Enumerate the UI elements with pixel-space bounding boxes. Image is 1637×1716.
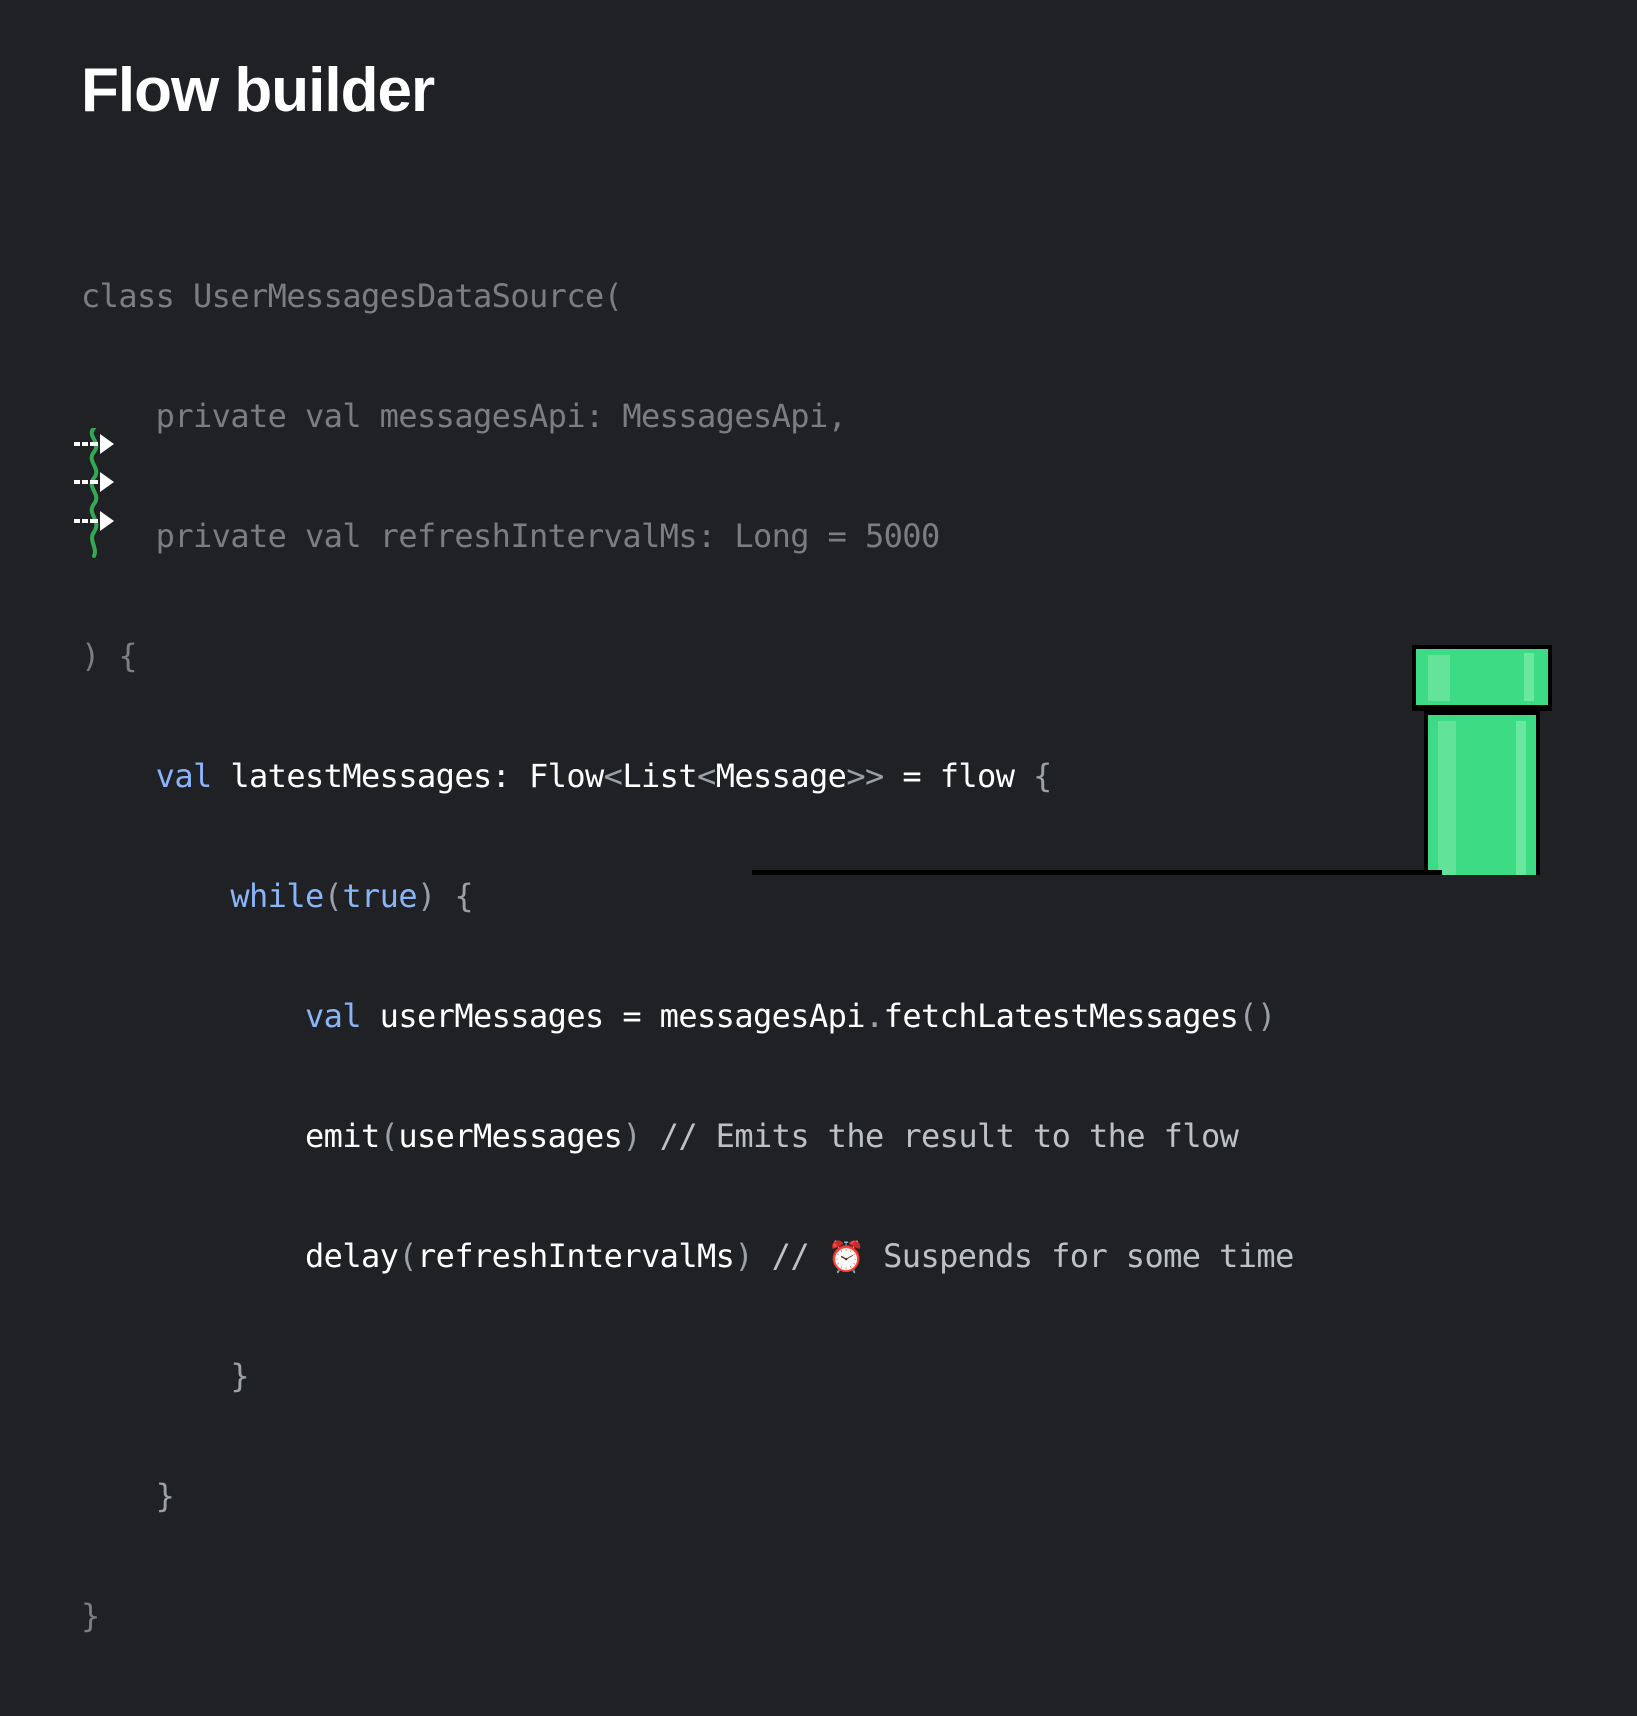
code-token: () bbox=[1238, 997, 1276, 1035]
code-token: latestMessages: bbox=[211, 757, 529, 795]
code-token: emit bbox=[305, 1117, 380, 1155]
code-line: private val messagesApi: MessagesApi, bbox=[81, 396, 1294, 436]
code-token: private val bbox=[155, 397, 362, 435]
code-token: Message bbox=[715, 757, 847, 795]
code-line: emit(userMessages) // Emits the result t… bbox=[81, 1116, 1294, 1156]
bottom-edge bbox=[752, 870, 1442, 875]
code-token: userMessages bbox=[398, 1117, 623, 1155]
code-comment: // Emits the result to the flow bbox=[641, 1117, 1239, 1155]
code-token: fetchLatestMessages bbox=[883, 997, 1239, 1035]
code-line: delay(refreshIntervalMs) // ⏰ Suspends f… bbox=[81, 1236, 1294, 1276]
suspend-arrow-icon bbox=[74, 428, 114, 558]
code-line: } bbox=[81, 1596, 1294, 1636]
code-line: } bbox=[81, 1476, 1294, 1516]
code-token: < bbox=[603, 757, 623, 795]
code-token: class bbox=[81, 277, 175, 315]
code-token: } bbox=[81, 1597, 100, 1635]
code-token: >> bbox=[846, 757, 884, 795]
code-token: ( bbox=[323, 877, 343, 915]
code-token: UserMessagesDataSource( bbox=[174, 277, 623, 315]
code-line: ) { bbox=[81, 636, 1294, 676]
code-line: } bbox=[81, 1356, 1294, 1396]
code-token: refreshIntervalMs: Long = 5000 bbox=[361, 517, 941, 555]
code-token: = bbox=[883, 757, 940, 795]
code-token: ( bbox=[398, 1237, 418, 1275]
code-token: true bbox=[342, 877, 418, 915]
code-token: ) bbox=[622, 1117, 642, 1155]
code-block: class UserMessagesDataSource( private va… bbox=[81, 196, 1294, 1716]
code-token: delay bbox=[305, 1237, 399, 1275]
code-token: ) bbox=[734, 1237, 754, 1275]
code-token: flow bbox=[939, 757, 1015, 795]
code-token: { bbox=[1014, 757, 1052, 795]
slide: Flow builder class UserMessagesDataSourc… bbox=[0, 0, 1637, 1635]
slide-title: Flow builder bbox=[81, 56, 435, 125]
green-pipe-icon bbox=[1412, 645, 1552, 875]
code-token: private val bbox=[155, 517, 362, 555]
code-line: val latestMessages: Flow<List<Message>> … bbox=[81, 756, 1294, 796]
code-line: class UserMessagesDataSource( bbox=[81, 276, 1294, 316]
code-token: while bbox=[230, 877, 324, 915]
code-comment: Suspends for some time bbox=[864, 1237, 1294, 1275]
code-token: messagesApi: MessagesApi, bbox=[361, 397, 847, 435]
code-token: ) { bbox=[417, 877, 474, 915]
code-token: ) { bbox=[81, 637, 138, 675]
code-token: userMessages = messagesApi bbox=[361, 997, 866, 1035]
code-token: refreshIntervalMs bbox=[417, 1237, 735, 1275]
code-line: while(true) { bbox=[81, 876, 1294, 916]
code-token: List bbox=[622, 757, 698, 795]
code-token: < bbox=[697, 757, 716, 795]
code-token: Flow bbox=[529, 757, 604, 795]
code-token: . bbox=[864, 997, 884, 1035]
code-token: } bbox=[230, 1357, 249, 1395]
code-line: private val refreshIntervalMs: Long = 50… bbox=[81, 516, 1294, 556]
code-token: } bbox=[155, 1477, 175, 1515]
code-token: val bbox=[155, 757, 213, 795]
code-token: ( bbox=[379, 1117, 399, 1155]
alarm-clock-icon: ⏰ bbox=[827, 1240, 865, 1275]
code-comment: // bbox=[753, 1237, 828, 1275]
code-line: val userMessages = messagesApi.fetchLate… bbox=[81, 996, 1294, 1036]
code-token: val bbox=[305, 997, 362, 1035]
